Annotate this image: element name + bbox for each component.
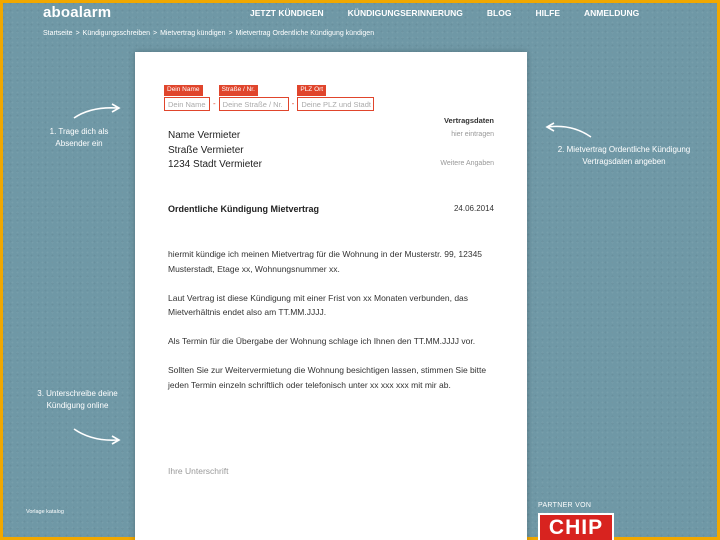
breadcrumb-current: Mietvertrag Ordentliche Kündigung kündig…: [235, 30, 375, 37]
hint-step-3: 3. Unterschreibe deine Kündigung online: [37, 389, 118, 410]
nav-jetzt-kuendigen[interactable]: JETZT KÜNDIGEN: [250, 8, 324, 18]
arrow-right-icon: [73, 103, 121, 119]
arrow-left-icon: [545, 122, 592, 138]
sender-name-input[interactable]: Dein Name: [164, 96, 210, 111]
sender-street-tag: Straße / Nr.: [218, 85, 258, 96]
breadcrumb-startseite[interactable]: Startseite: [43, 30, 73, 37]
sender-zip-input[interactable]: Deine PLZ und Stadt: [297, 96, 375, 111]
separator: -: [213, 99, 216, 108]
sender-street-input[interactable]: Deine Straße / Nr.: [218, 96, 289, 111]
breadcrumb-kuendigungsschreiben[interactable]: Kündigungsschreiben: [83, 30, 150, 37]
letter-subject: Ordentliche Kündigung Mietvertrag: [168, 204, 320, 214]
signature-field[interactable]: Ihre Unterschrift: [168, 466, 228, 476]
nav-hilfe[interactable]: HILFE: [535, 8, 560, 18]
contract-data-input[interactable]: hier eintragen: [451, 131, 494, 138]
hint-step-1: 1. Trage dich als Absender ein: [49, 127, 109, 148]
sender-zip-group: PLZ Ort Deine PLZ und Stadt: [297, 85, 375, 111]
main-nav: JETZT KÜNDIGEN KÜNDIGUNGSERINNERUNG BLOG…: [250, 8, 663, 18]
arrow-right-icon: [73, 428, 121, 445]
sender-zip-tag: PLZ Ort: [297, 85, 327, 96]
letter-paragraph: Als Termin für die Übergabe der Wohnung …: [168, 336, 476, 346]
separator: -: [291, 99, 295, 108]
footer-link[interactable]: Vorlage katalog: [26, 509, 64, 515]
letter-paragraph: hiermit kündige ich meinen Mietvertrag f…: [168, 249, 483, 274]
sender-fields: Dein Name Dein Name - Straße / Nr. Deine…: [164, 85, 375, 111]
breadcrumb-mietvertrag[interactable]: Mietvertrag kündigen: [160, 30, 225, 37]
sender-street-group: Straße / Nr. Deine Straße / Nr.: [218, 85, 289, 111]
recipient-name: Name Vermieter: [168, 130, 241, 141]
recipient-street: Straße Vermieter: [168, 144, 244, 156]
letter-paper: Dein Name Dein Name - Straße / Nr. Deine…: [135, 52, 527, 540]
additional-info-input[interactable]: Weitere Angaben: [440, 160, 494, 167]
recipient-address[interactable]: Name Vermieter Straße Vermieter 1234 Sta…: [168, 129, 262, 173]
hint-step-2: 2. Mietvertrag Ordentliche Kündigung Ver…: [557, 145, 691, 166]
site-logo[interactable]: aboalarm: [43, 4, 111, 21]
recipient-city: 1234 Stadt Vermieter: [168, 159, 262, 170]
chip-logo[interactable]: CHIP: [538, 513, 614, 540]
letter-date[interactable]: 24.06.2014: [454, 204, 494, 213]
sender-name-group: Dein Name Dein Name: [164, 85, 210, 111]
nav-anmeldung[interactable]: ANMELDUNG: [584, 8, 639, 18]
breadcrumb: Startseite > Kündigungsschreiben > Mietvertr…: [43, 30, 375, 37]
letter-paragraph: Laut Vertrag ist diese Kündigung mit ein…: [168, 292, 469, 318]
partner-label: PARTNER VON: [538, 502, 592, 509]
sender-name-tag: Dein Name: [164, 85, 203, 96]
nav-kuendigungserinnerung[interactable]: KÜNDIGUNGSERINNERUNG: [348, 8, 463, 18]
nav-blog[interactable]: BLOG: [487, 8, 512, 18]
contract-data-heading: Vertragsdaten: [443, 116, 494, 125]
letter-body[interactable]: hiermit kündige ich meinen Mietvertrag f…: [168, 247, 498, 407]
letter-paragraph: Sollten Sie zur Weitervermietung die Woh…: [168, 365, 487, 390]
